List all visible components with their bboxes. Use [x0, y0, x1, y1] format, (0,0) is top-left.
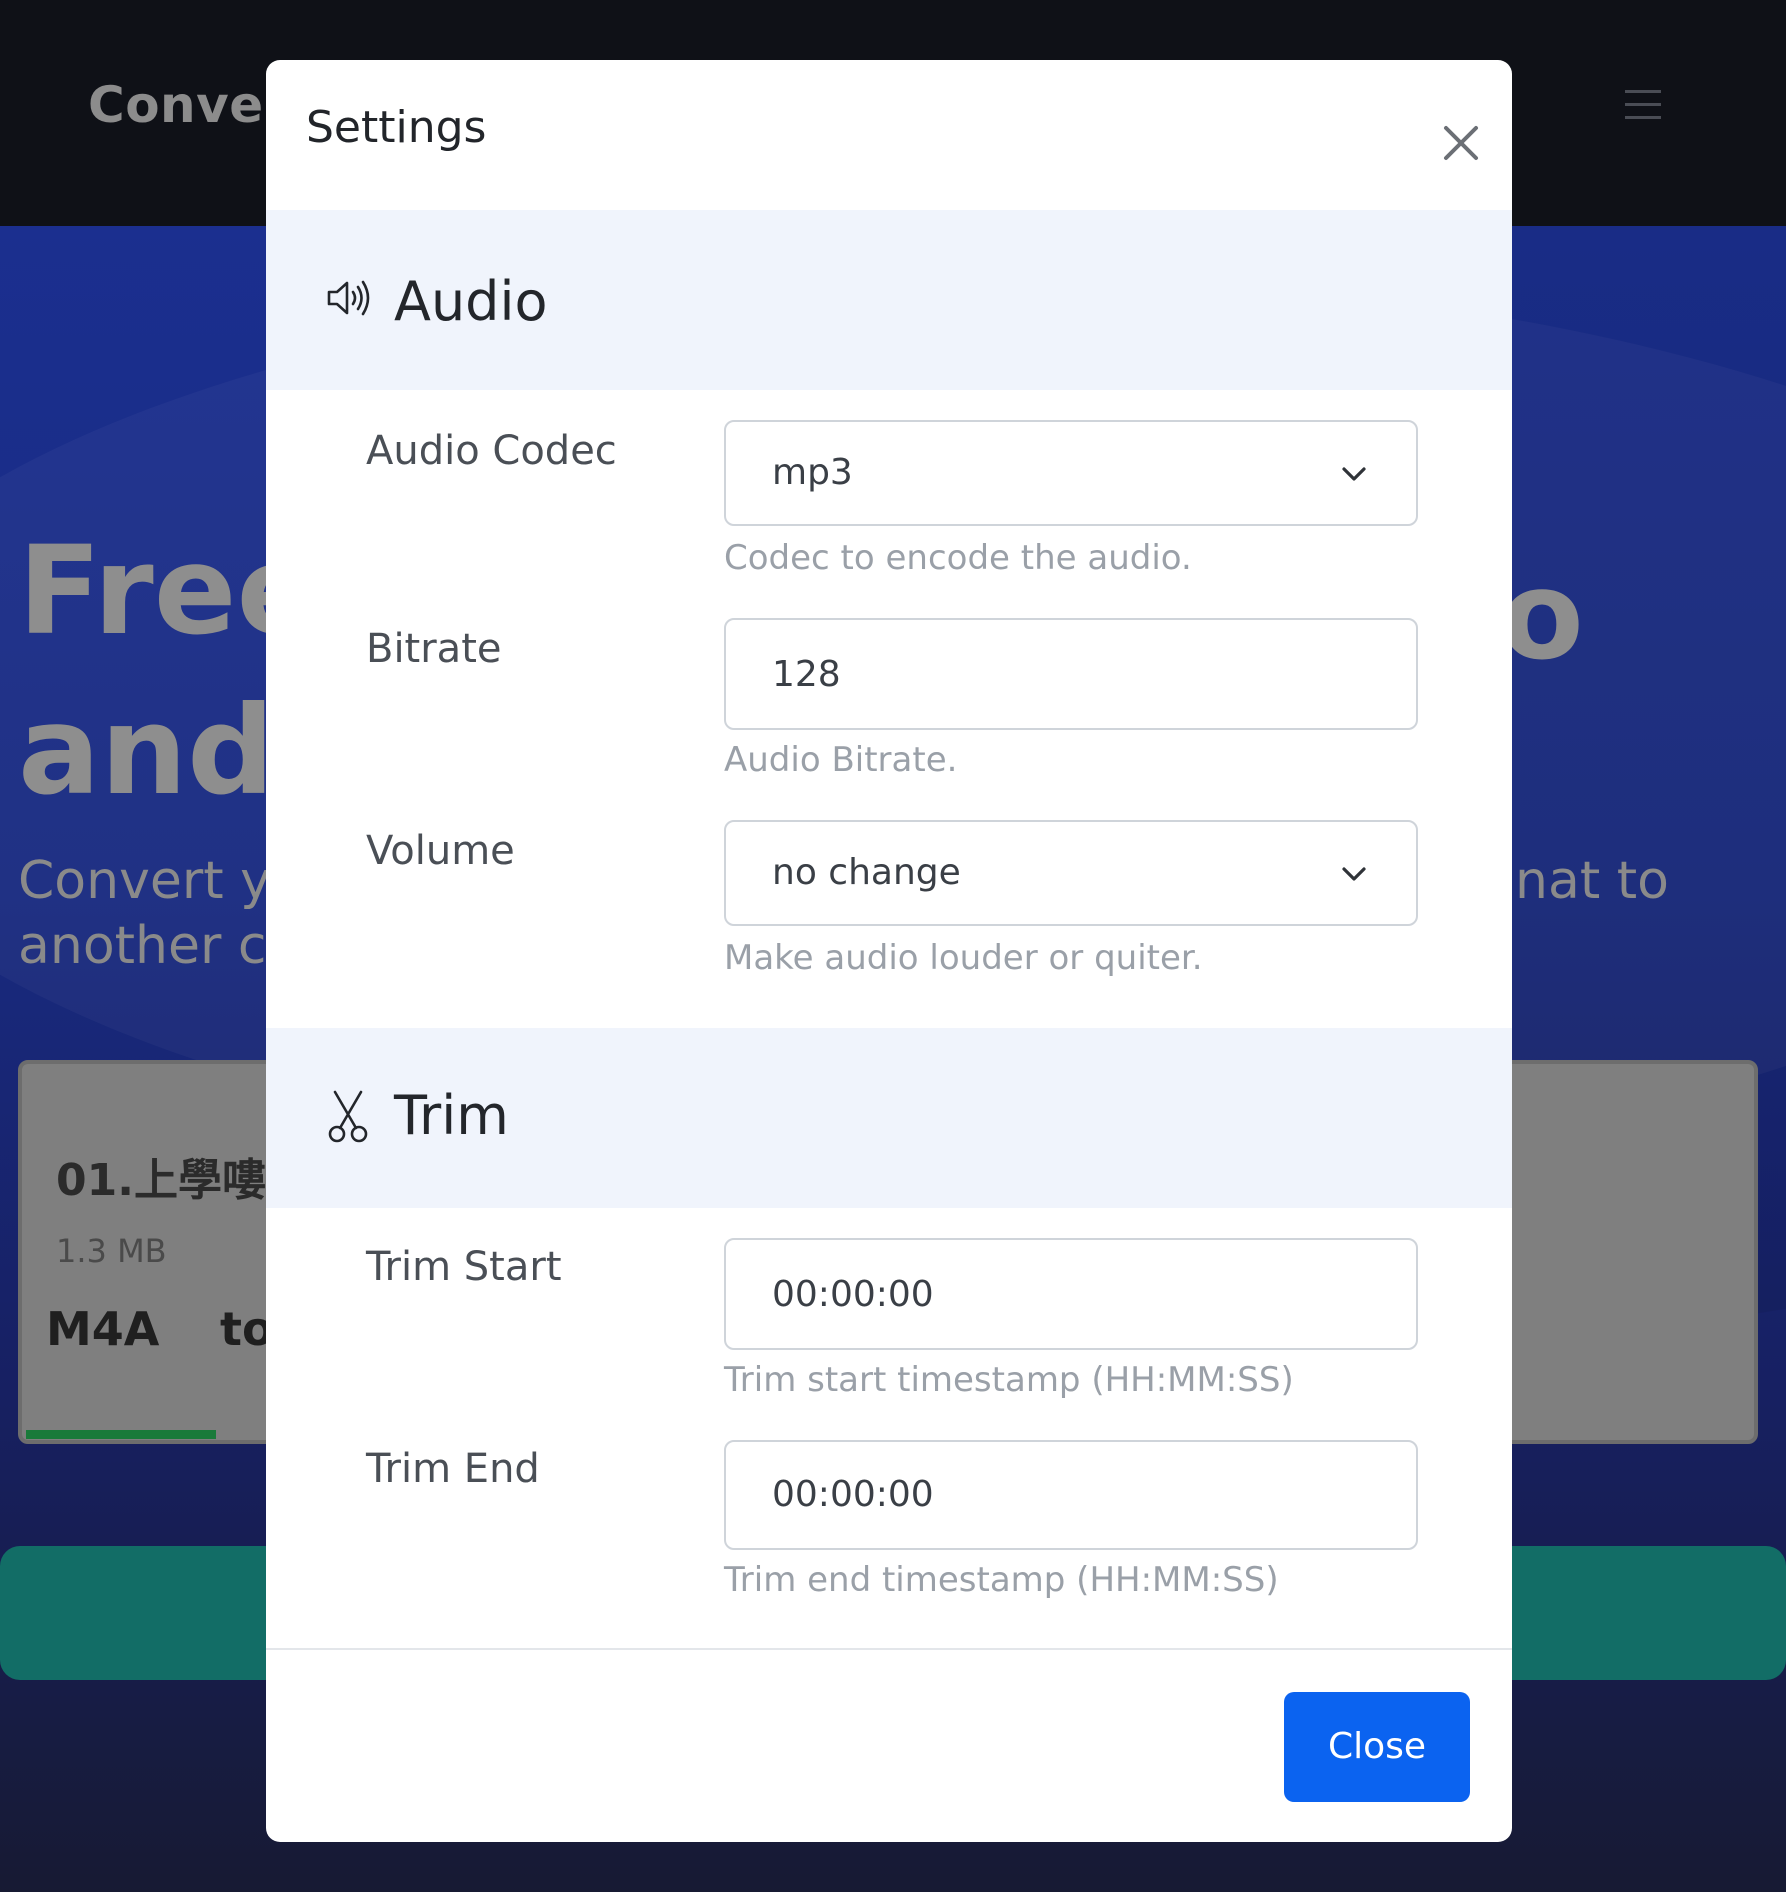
audio-section-title: Audio	[394, 270, 548, 333]
file-size: 1.3 MB	[56, 1232, 167, 1270]
modal-title: Settings	[306, 102, 487, 153]
bitrate-input[interactable]: 128	[724, 618, 1418, 730]
bitrate-value: 128	[772, 654, 841, 695]
speaker-icon	[326, 278, 372, 322]
chevron-down-icon	[1338, 858, 1370, 890]
upload-progress-bar	[26, 1430, 216, 1439]
close-icon[interactable]	[1426, 108, 1496, 178]
bitrate-label: Bitrate	[366, 626, 502, 672]
trim-end-label: Trim End	[366, 1446, 540, 1492]
volume-value: no change	[772, 852, 961, 893]
scissors-icon	[326, 1088, 370, 1148]
audio-codec-value: mp3	[772, 452, 853, 493]
modal-footer: Close	[266, 1648, 1512, 1842]
chevron-down-icon	[1338, 458, 1370, 490]
audio-codec-help: Codec to encode the audio.	[724, 538, 1192, 578]
trim-start-input[interactable]: 00:00:00	[724, 1238, 1418, 1350]
settings-modal: Settings Audio Audio Codec mp3 Codec to …	[266, 60, 1512, 1842]
trim-section-header: Trim	[266, 1028, 1512, 1208]
hero-subtitle-line2: another c	[18, 916, 267, 976]
trim-end-help: Trim end timestamp (HH:MM:SS)	[724, 1560, 1279, 1600]
trim-end-value: 00:00:00	[772, 1474, 934, 1515]
volume-help: Make audio louder or quiter.	[724, 938, 1203, 978]
trim-end-input[interactable]: 00:00:00	[724, 1440, 1418, 1550]
file-name: 01.上學嘍	[56, 1155, 266, 1206]
trim-start-help: Trim start timestamp (HH:MM:SS)	[724, 1360, 1294, 1400]
audio-codec-select[interactable]: mp3	[724, 420, 1418, 526]
trim-section-title: Trim	[394, 1084, 509, 1147]
trim-start-value: 00:00:00	[772, 1274, 934, 1315]
audio-section-header: Audio	[266, 210, 1512, 390]
bitrate-help: Audio Bitrate.	[724, 740, 958, 780]
hero-heading-fragment: o	[1500, 545, 1584, 687]
close-button[interactable]: Close	[1284, 1692, 1470, 1802]
volume-select[interactable]: no change	[724, 820, 1418, 926]
hero-heading-line2: and	[18, 680, 275, 822]
source-format: M4A	[46, 1302, 160, 1356]
volume-label: Volume	[366, 828, 515, 874]
modal-header: Settings	[266, 60, 1512, 212]
hamburger-menu-icon[interactable]	[1625, 90, 1661, 120]
hero-subtitle-line1: Convert y	[18, 851, 271, 911]
trim-start-label: Trim Start	[366, 1244, 562, 1290]
hero-subtitle-fragment: nat to	[1515, 851, 1669, 911]
audio-codec-label: Audio Codec	[366, 428, 617, 474]
